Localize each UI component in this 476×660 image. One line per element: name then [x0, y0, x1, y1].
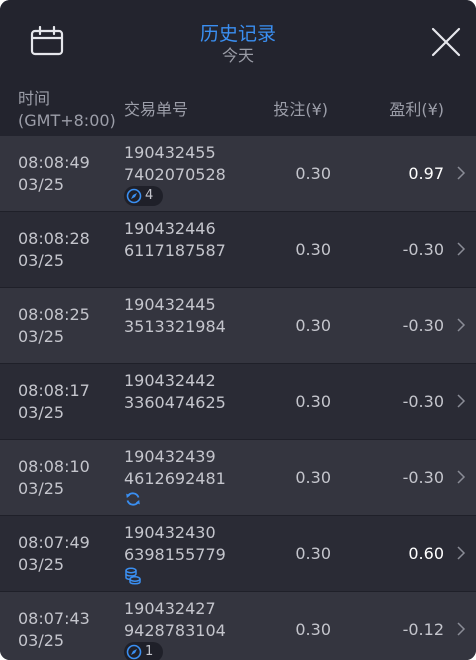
history-row[interactable]: 08:07:43 03/25 190432427 9428783104 1 0.… — [0, 592, 476, 660]
row-date-value: 03/25 — [18, 251, 65, 270]
chevron-right-icon — [457, 394, 466, 408]
row-order-id-line2: 3513321984 — [124, 317, 226, 336]
row-order-id: 190432455 7402070528 — [124, 142, 226, 186]
row-time: 08:08:10 03/25 — [18, 456, 90, 500]
refresh-icon — [126, 492, 140, 506]
column-time-label: 时间 — [18, 89, 51, 108]
row-order-id: 190432442 3360474625 — [124, 370, 226, 414]
row-bet: 0.30 — [295, 240, 331, 259]
row-date-value: 03/25 — [18, 555, 65, 574]
coins-icon — [125, 567, 141, 585]
close-icon[interactable] — [430, 26, 462, 58]
row-time: 08:08:28 03/25 — [18, 228, 90, 272]
row-bet: 0.30 — [295, 544, 331, 563]
chevron-right-icon — [457, 622, 466, 636]
row-order-id: 190432439 4612692481 — [124, 446, 226, 490]
row-date-value: 03/25 — [18, 631, 65, 650]
row-profit: -0.30 — [402, 240, 444, 259]
row-order-id-line1: 190432445 — [124, 295, 216, 314]
column-time: 时间 (GMT+8:00) — [18, 88, 116, 132]
row-bet: 0.30 — [295, 468, 331, 487]
row-date-value: 03/25 — [18, 175, 65, 194]
compass-icon — [126, 644, 142, 660]
page-title: 历史记录 — [199, 23, 276, 45]
row-order-id-line2: 6398155779 — [124, 545, 226, 564]
row-order-id-line1: 190432442 — [124, 371, 216, 390]
badge-count: 4 — [145, 188, 154, 203]
row-bet: 0.30 — [295, 392, 331, 411]
row-date-value: 03/25 — [18, 327, 65, 346]
row-order-id-line1: 190432446 — [124, 219, 216, 238]
row-time: 08:08:49 03/25 — [18, 152, 90, 196]
row-order-id-line1: 190432430 — [124, 523, 216, 542]
row-order-id-line1: 190432427 — [124, 599, 216, 618]
row-profit: 0.97 — [408, 164, 444, 183]
history-row[interactable]: 08:08:49 03/25 190432455 7402070528 4 0.… — [0, 136, 476, 212]
row-time: 08:07:49 03/25 — [18, 532, 90, 576]
row-order-id-line2: 7402070528 — [124, 165, 226, 184]
row-time-value: 08:08:17 — [18, 381, 90, 400]
free-spin-badge: 1 — [124, 642, 164, 660]
chevron-right-icon — [457, 166, 466, 180]
column-profit: 盈利(¥) — [389, 100, 444, 119]
row-order-id: 190432430 6398155779 — [124, 522, 226, 566]
row-date-value: 03/25 — [18, 479, 65, 498]
row-time-value: 08:08:49 — [18, 153, 90, 172]
row-order-id-line2: 9428783104 — [124, 621, 226, 640]
row-order-id: 190432446 6117187587 — [124, 218, 226, 262]
chevron-right-icon — [457, 470, 466, 484]
row-time: 08:08:25 03/25 — [18, 304, 90, 348]
header: 历史记录 今天 — [0, 0, 476, 82]
column-order-id: 交易单号 — [124, 100, 189, 119]
history-row[interactable]: 08:08:10 03/25 190432439 4612692481 0.30… — [0, 440, 476, 516]
column-header: 时间 (GMT+8:00) 交易单号 投注(¥) 盈利(¥) — [0, 82, 476, 136]
row-profit: -0.30 — [402, 316, 444, 335]
history-row[interactable]: 08:08:28 03/25 190432446 6117187587 0.30… — [0, 212, 476, 288]
history-list: 08:08:49 03/25 190432455 7402070528 4 0.… — [0, 136, 476, 660]
row-profit: -0.12 — [402, 620, 444, 639]
row-order-id-line2: 3360474625 — [124, 393, 226, 412]
history-row[interactable]: 08:08:17 03/25 190432442 3360474625 0.30… — [0, 364, 476, 440]
row-time-value: 08:07:49 — [18, 533, 90, 552]
badge-count: 1 — [145, 644, 154, 659]
row-time-value: 08:07:43 — [18, 609, 90, 628]
row-time: 08:07:43 03/25 — [18, 608, 90, 652]
chevron-right-icon — [457, 242, 466, 256]
date-filter-label: 今天 — [221, 46, 254, 65]
row-time-value: 08:08:28 — [18, 229, 90, 248]
row-order-id-line2: 4612692481 — [124, 469, 226, 488]
history-row[interactable]: 08:07:49 03/25 190432430 6398155779 0.30… — [0, 516, 476, 592]
history-row[interactable]: 08:08:25 03/25 190432445 3513321984 0.30… — [0, 288, 476, 364]
row-bet: 0.30 — [295, 164, 331, 183]
row-order-id: 190432445 3513321984 — [124, 294, 226, 338]
row-order-id: 190432427 9428783104 — [124, 598, 226, 642]
row-date-value: 03/25 — [18, 403, 65, 422]
free-spin-badge: 4 — [124, 186, 164, 206]
history-panel: 历史记录 今天 时间 (GMT+8:00) 交易单号 投注(¥) 盈利(¥) 0… — [0, 0, 476, 660]
row-time: 08:08:17 03/25 — [18, 380, 90, 424]
row-profit: -0.30 — [402, 468, 444, 487]
row-time-value: 08:08:25 — [18, 305, 90, 324]
row-bet: 0.30 — [295, 620, 331, 639]
row-bet: 0.30 — [295, 316, 331, 335]
row-order-id-line1: 190432439 — [124, 447, 216, 466]
chevron-right-icon — [457, 546, 466, 560]
row-profit: 0.60 — [408, 544, 444, 563]
row-order-id-line1: 190432455 — [124, 143, 216, 162]
row-order-id-line2: 6117187587 — [124, 241, 226, 260]
column-bet: 投注(¥) — [273, 100, 328, 119]
column-timezone-label: (GMT+8:00) — [18, 111, 116, 130]
row-time-value: 08:08:10 — [18, 457, 90, 476]
chevron-right-icon — [457, 318, 466, 332]
compass-icon — [126, 188, 142, 204]
row-profit: -0.30 — [402, 392, 444, 411]
